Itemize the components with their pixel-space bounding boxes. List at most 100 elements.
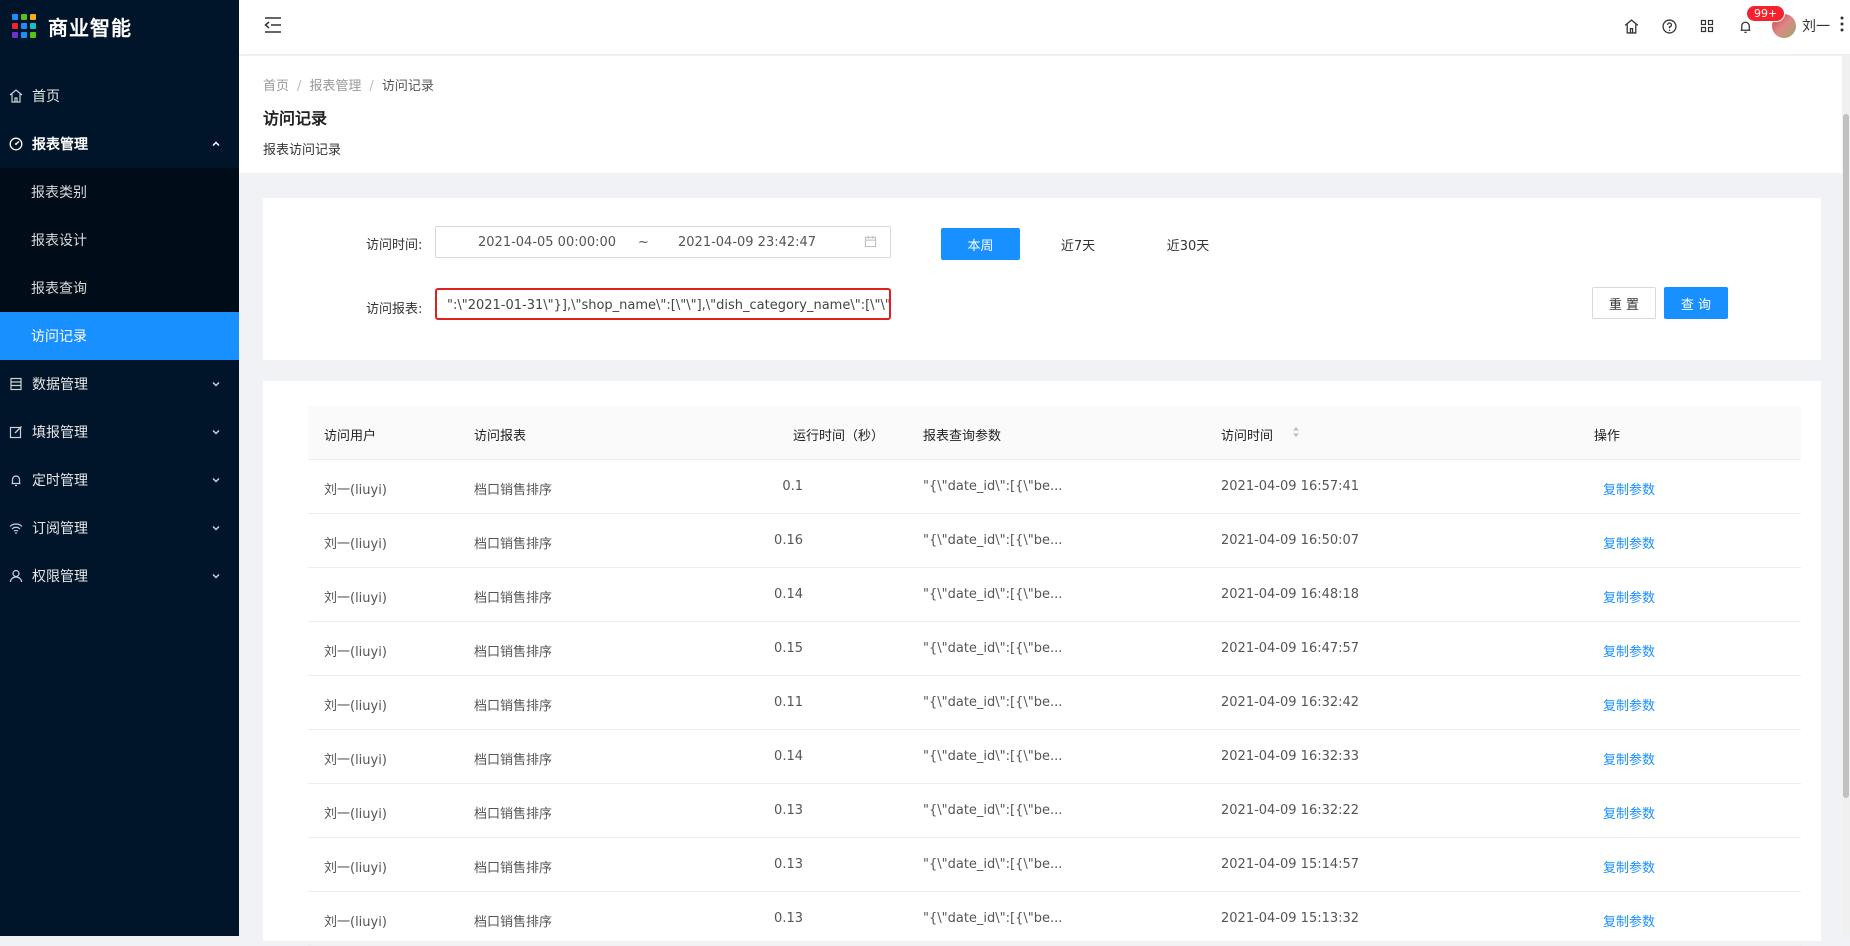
cell-params: "{\"date_id\":[{\"be...: [923, 479, 1063, 494]
chevron-up-icon: [211, 137, 221, 153]
copy-params-link[interactable]: 复制参数: [1603, 857, 1655, 876]
column-user: 访问用户: [324, 429, 377, 444]
sidebar-item-label: 报表类别: [31, 185, 87, 201]
home-icon[interactable]: [1612, 18, 1650, 34]
cell-params: "{\"date_id\":[{\"be...: [923, 695, 1063, 710]
cell-runtime: 0.14: [774, 587, 803, 602]
sidebar-item-data-management[interactable]: 数据管理: [0, 360, 239, 408]
apps-icon[interactable]: [1688, 19, 1726, 33]
chevron-down-icon: [211, 377, 221, 393]
menu-fold-icon[interactable]: [263, 16, 283, 38]
username[interactable]: 刘一: [1802, 16, 1830, 36]
column-runtime: 运行时间（秒）: [793, 429, 885, 444]
sidebar-item-schedule-management[interactable]: 定时管理: [0, 456, 239, 504]
cell-visit-time: 2021-04-09 16:32:42: [1221, 695, 1360, 710]
filter-card: 访问时间: 2021-04-05 00:00:00 ~ 2021-04-09 2…: [263, 198, 1821, 360]
notification-bell-icon[interactable]: 99+: [1726, 4, 1786, 34]
cell-user: 刘一(liuyi): [324, 645, 387, 660]
cell-runtime: 0.13: [774, 803, 803, 818]
app-title: 商业智能: [48, 15, 132, 40]
this-week-button[interactable]: 本周: [941, 228, 1020, 260]
user-icon: [8, 568, 24, 584]
copy-params-link[interactable]: 复制参数: [1603, 641, 1655, 660]
page-header: 首页 / 报表管理 / 访问记录 访问记录 报表访问记录: [239, 56, 1850, 173]
table-header: 访问用户 访问报表 运行时间（秒） 报表查询参数 访问时间 操作: [308, 406, 1801, 460]
column-report: 访问报表: [474, 429, 527, 444]
cell-user: 刘一(liuyi): [324, 537, 387, 552]
page-scrollbar[interactable]: [1842, 56, 1850, 936]
cell-runtime: 0.13: [774, 857, 803, 872]
header-actions: 99+ 刘一: [1612, 0, 1850, 52]
logo[interactable]: 商业智能: [0, 0, 239, 52]
cell-user: 刘一(liuyi): [324, 753, 387, 768]
home-icon: [8, 88, 24, 104]
cell-user: 刘一(liuyi): [324, 915, 387, 930]
edit-icon: [8, 424, 24, 440]
sidebar-item-access-log[interactable]: 访问记录: [0, 312, 239, 360]
dashboard-icon: [8, 136, 24, 152]
reset-button[interactable]: 重 置: [1592, 287, 1656, 319]
table-card: 访问用户 访问报表 运行时间（秒） 报表查询参数 访问时间 操作 刘一(liuy…: [263, 381, 1821, 946]
cell-runtime: 0.14: [774, 749, 803, 764]
sidebar-item-label: 报表设计: [31, 233, 87, 249]
more-vertical-icon[interactable]: [1840, 16, 1844, 36]
sidebar-item-report-category[interactable]: 报表类别: [0, 168, 239, 216]
cell-user: 刘一(liuyi): [324, 699, 387, 714]
scrollbar-thumb[interactable]: [1843, 114, 1849, 798]
cell-visit-time: 2021-04-09 15:14:57: [1221, 857, 1360, 872]
copy-params-link[interactable]: 复制参数: [1603, 479, 1655, 498]
page-title: 访问记录: [263, 109, 328, 128]
start-date-input[interactable]: 2021-04-05 00:00:00: [478, 235, 616, 250]
chevron-down-icon: [211, 425, 221, 441]
end-date-input[interactable]: 2021-04-09 23:42:47: [678, 235, 816, 250]
column-action: 操作: [1594, 429, 1621, 444]
copy-params-link[interactable]: 复制参数: [1603, 533, 1655, 552]
sidebar-item-subscription-management[interactable]: 订阅管理: [0, 504, 239, 552]
cell-params: "{\"date_id\":[{\"be...: [923, 641, 1063, 656]
last-7-days-button[interactable]: 近7天: [1033, 228, 1123, 260]
cell-runtime: 0.13: [774, 911, 803, 926]
copy-params-link[interactable]: 复制参数: [1603, 749, 1655, 768]
cell-visit-time: 2021-04-09 16:57:41: [1221, 479, 1360, 494]
sidebar-item-label: 访问记录: [31, 329, 87, 345]
cell-params: "{\"date_id\":[{\"be...: [923, 857, 1063, 872]
sort-icon[interactable]: [1292, 425, 1300, 443]
sidebar-menu: 首页 报表管理 报表类别 报表设计 报表查询 访问记录 数据管理 填报管理 定时…: [0, 72, 239, 600]
table-row: 刘一(liuyi) 档口销售排序 0.16 "{\"date_id\":[{\"be.…: [308, 514, 1801, 568]
bell-icon: [8, 472, 24, 488]
report-input[interactable]: ":\"2021-01-31\"}],\"shop_name\":[\"\"],…: [435, 288, 891, 320]
cell-report: 档口销售排序: [474, 807, 553, 822]
breadcrumb-home[interactable]: 首页: [263, 79, 289, 94]
breadcrumb-report-management[interactable]: 报表管理: [309, 79, 361, 94]
sidebar-item-report-design[interactable]: 报表设计: [0, 216, 239, 264]
wifi-icon: [8, 520, 24, 536]
sidebar-item-fill-management[interactable]: 填报管理: [0, 408, 239, 456]
cell-runtime: 0.16: [774, 533, 803, 548]
sidebar-item-home[interactable]: 首页: [0, 72, 239, 120]
help-icon[interactable]: [1650, 18, 1688, 34]
query-button[interactable]: 查 询: [1664, 287, 1728, 319]
copy-params-link[interactable]: 复制参数: [1603, 803, 1655, 822]
sidebar-item-permission-management[interactable]: 权限管理: [0, 552, 239, 600]
cell-params: "{\"date_id\":[{\"be...: [923, 911, 1063, 926]
table-row: 刘一(liuyi) 档口销售排序 0.14 "{\"date_id\":[{\"be.…: [308, 568, 1801, 622]
sidebar-item-label: 权限管理: [32, 569, 88, 585]
range-separator: ~: [638, 235, 649, 250]
date-range-picker[interactable]: 2021-04-05 00:00:00 ~ 2021-04-09 23:42:4…: [435, 226, 891, 258]
column-visit-time[interactable]: 访问时间: [1221, 425, 1273, 444]
table-row: 刘一(liuyi) 档口销售排序 0.13 "{\"date_id\":[{\"be.…: [308, 892, 1801, 946]
copy-params-link[interactable]: 复制参数: [1603, 695, 1655, 714]
sidebar-item-report-query[interactable]: 报表查询: [0, 264, 239, 312]
sidebar-item-report-management[interactable]: 报表管理: [0, 120, 239, 168]
sidebar-item-label: 报表管理: [32, 137, 88, 153]
cell-user: 刘一(liuyi): [324, 807, 387, 822]
copy-params-link[interactable]: 复制参数: [1603, 911, 1655, 930]
table-row: 刘一(liuyi) 档口销售排序 0.15 "{\"date_id\":[{\"be.…: [308, 622, 1801, 676]
copy-params-link[interactable]: 复制参数: [1603, 587, 1655, 606]
cell-params: "{\"date_id\":[{\"be...: [923, 803, 1063, 818]
breadcrumb: 首页 / 报表管理 / 访问记录: [263, 75, 1850, 94]
cell-user: 刘一(liuyi): [324, 861, 387, 876]
cell-report: 档口销售排序: [474, 537, 553, 552]
last-30-days-button[interactable]: 近30天: [1138, 228, 1238, 260]
breadcrumb-separator: /: [297, 79, 302, 94]
